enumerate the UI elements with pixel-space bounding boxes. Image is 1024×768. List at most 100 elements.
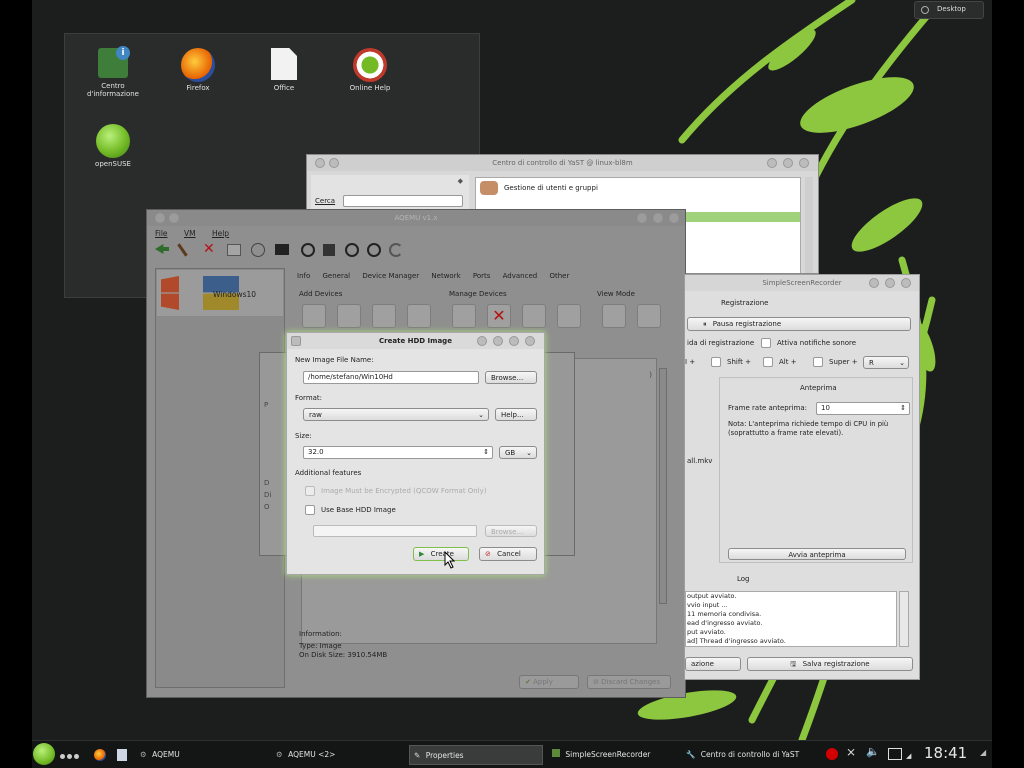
tab-device-manager[interactable]: Device Manager xyxy=(362,272,419,280)
help-icon[interactable] xyxy=(477,336,487,346)
battery-icon[interactable] xyxy=(888,748,902,760)
yast-titlebar[interactable]: Centro di controllo di YaST @ linux-bl8m xyxy=(307,155,818,171)
tab-general[interactable]: General xyxy=(322,272,350,280)
category-users-groups[interactable]: Gestione di utenti e gruppi xyxy=(504,184,598,192)
add-cdrom-button[interactable] xyxy=(372,304,396,328)
sound-notify-checkbox[interactable] xyxy=(761,338,771,348)
hotkey-super-checkbox[interactable] xyxy=(813,357,823,367)
desktop-toolbox-button[interactable]: Desktop xyxy=(914,1,984,19)
monitor-icon[interactable] xyxy=(275,244,289,255)
volume-icon[interactable]: 🔈 xyxy=(866,745,880,758)
device-scrollbar[interactable] xyxy=(659,368,667,604)
start-preview-button[interactable]: Avvia anteprima xyxy=(728,548,906,560)
panel-settings-icon[interactable]: ◢ xyxy=(980,748,986,757)
vm-screen-icon[interactable] xyxy=(227,244,241,256)
taskbar-aqemu-2[interactable]: ⚙ AQEMU <2> xyxy=(276,744,335,766)
list-view-button[interactable] xyxy=(637,304,661,328)
ssr-window[interactable]: SimpleScreenRecorder Registrazione ⏸ Pau… xyxy=(684,274,920,680)
tab-advanced[interactable]: Advanced xyxy=(503,272,538,280)
format-select[interactable]: raw ⌄ xyxy=(303,408,489,421)
tab-other[interactable]: Other xyxy=(549,272,569,280)
window-menu-icon[interactable] xyxy=(315,158,325,168)
maximize-icon[interactable] xyxy=(885,278,895,288)
cancel-button[interactable]: ⊘ Cancel xyxy=(479,547,537,561)
frame-rate-spinbox[interactable]: 10 ⇕ xyxy=(816,402,910,415)
taskbar-properties[interactable]: ✎ Properties xyxy=(409,745,543,765)
menu-vm[interactable]: VM xyxy=(184,229,196,238)
tab-info[interactable]: Info xyxy=(297,272,310,280)
file-manager-launcher-icon[interactable] xyxy=(117,749,127,761)
browse-button[interactable]: Browse... xyxy=(485,371,537,384)
search-input[interactable] xyxy=(343,195,463,207)
info-center-launcher[interactable]: i xyxy=(93,46,133,78)
pin-icon[interactable] xyxy=(329,158,339,168)
maximize-icon[interactable] xyxy=(653,213,663,223)
stop-vm-icon[interactable] xyxy=(367,243,381,257)
taskbar-aqemu[interactable]: ⚙ AQEMU xyxy=(140,744,180,766)
close-icon[interactable] xyxy=(901,278,911,288)
taskbar-yast[interactable]: 🔧 Centro di controllo di YaST xyxy=(686,744,799,766)
menu-help[interactable]: Help xyxy=(212,229,229,238)
edit-device-button[interactable] xyxy=(452,304,476,328)
size-spinbox[interactable]: 32.0 ⇕ xyxy=(303,446,493,459)
sidebar-toggle-icon[interactable]: ◆ xyxy=(458,177,463,185)
base-browse-button[interactable]: Browse... xyxy=(485,525,537,537)
yast-scrollbar[interactable] xyxy=(805,177,813,273)
discard-changes-button[interactable]: ⊘ Discard Changes xyxy=(587,675,671,689)
device-properties-button[interactable] xyxy=(522,304,546,328)
cancel-recording-button[interactable]: azione xyxy=(685,657,741,671)
hotkey-shift-checkbox[interactable] xyxy=(711,357,721,367)
window-menu-icon[interactable] xyxy=(291,336,301,346)
opensuse-icon[interactable] xyxy=(96,124,130,158)
online-help-icon[interactable] xyxy=(353,48,387,82)
tab-network[interactable]: Network xyxy=(431,272,460,280)
clock[interactable]: 18:41 xyxy=(924,744,967,762)
file-name-input[interactable]: /home/stefano/Win10Hd xyxy=(303,371,479,384)
add-floppy-button[interactable] xyxy=(302,304,326,328)
edit-vm-icon[interactable] xyxy=(177,243,188,257)
save-recording-button[interactable]: 🖫 Salva registrazione xyxy=(747,657,913,671)
minimize-icon[interactable] xyxy=(869,278,879,288)
device-tools-button[interactable] xyxy=(557,304,581,328)
ssr-titlebar[interactable]: SimpleScreenRecorder xyxy=(685,275,919,291)
tray-expand-icon[interactable]: ◢ xyxy=(906,752,911,760)
close-icon[interactable] xyxy=(669,213,679,223)
dialog-titlebar[interactable]: Create HDD Image xyxy=(287,333,544,349)
create-hdd-dialog[interactable]: Create HDD Image New Image File Name: /h… xyxy=(286,332,545,575)
taskbar-ssr[interactable]: SimpleScreenRecorder xyxy=(552,744,650,766)
activities-dots-icon[interactable] xyxy=(60,752,84,759)
start-vm-icon[interactable] xyxy=(301,243,315,257)
delete-vm-icon[interactable]: ✕ xyxy=(203,242,215,256)
aqemu-titlebar[interactable]: AQEMU v1.x xyxy=(147,210,685,226)
maximize-icon[interactable] xyxy=(783,158,793,168)
size-unit-select[interactable]: GB ⌄ xyxy=(499,446,537,459)
minimize-icon[interactable] xyxy=(509,336,519,346)
create-button[interactable]: ▶ Create xyxy=(413,547,469,561)
minimize-icon[interactable] xyxy=(767,158,777,168)
minimize-icon[interactable] xyxy=(637,213,647,223)
office-icon[interactable] xyxy=(271,48,297,80)
application-launcher-button[interactable] xyxy=(33,743,55,765)
pause-vm-icon[interactable] xyxy=(345,243,359,257)
hotkey-alt-checkbox[interactable] xyxy=(763,357,773,367)
format-help-button[interactable]: Help... xyxy=(495,408,537,421)
menu-file[interactable]: File xyxy=(155,229,168,238)
network-icon[interactable]: ⨯ xyxy=(846,745,856,759)
add-vm-icon[interactable] xyxy=(155,244,169,254)
encrypt-checkbox[interactable] xyxy=(305,486,315,496)
shade-icon[interactable] xyxy=(493,336,503,346)
firefox-launcher-icon[interactable] xyxy=(94,749,106,761)
reset-vm-icon[interactable] xyxy=(389,243,403,257)
pin-icon[interactable] xyxy=(169,213,179,223)
add-device-button[interactable] xyxy=(407,304,431,328)
icon-view-button[interactable] xyxy=(602,304,626,328)
spinner-icon[interactable]: ⇕ xyxy=(483,447,489,458)
log-view[interactable]: output avviato. vvio input ... 11 memori… xyxy=(685,591,897,647)
base-image-checkbox[interactable] xyxy=(305,505,315,515)
spinner-icon[interactable]: ⇕ xyxy=(900,403,906,414)
save-vm-icon[interactable] xyxy=(323,244,335,256)
clock-icon[interactable] xyxy=(251,243,265,257)
vm-list-item[interactable]: Windows10 xyxy=(157,270,283,316)
remove-device-button[interactable]: ✕ xyxy=(487,304,511,328)
add-hdd-button[interactable] xyxy=(337,304,361,328)
